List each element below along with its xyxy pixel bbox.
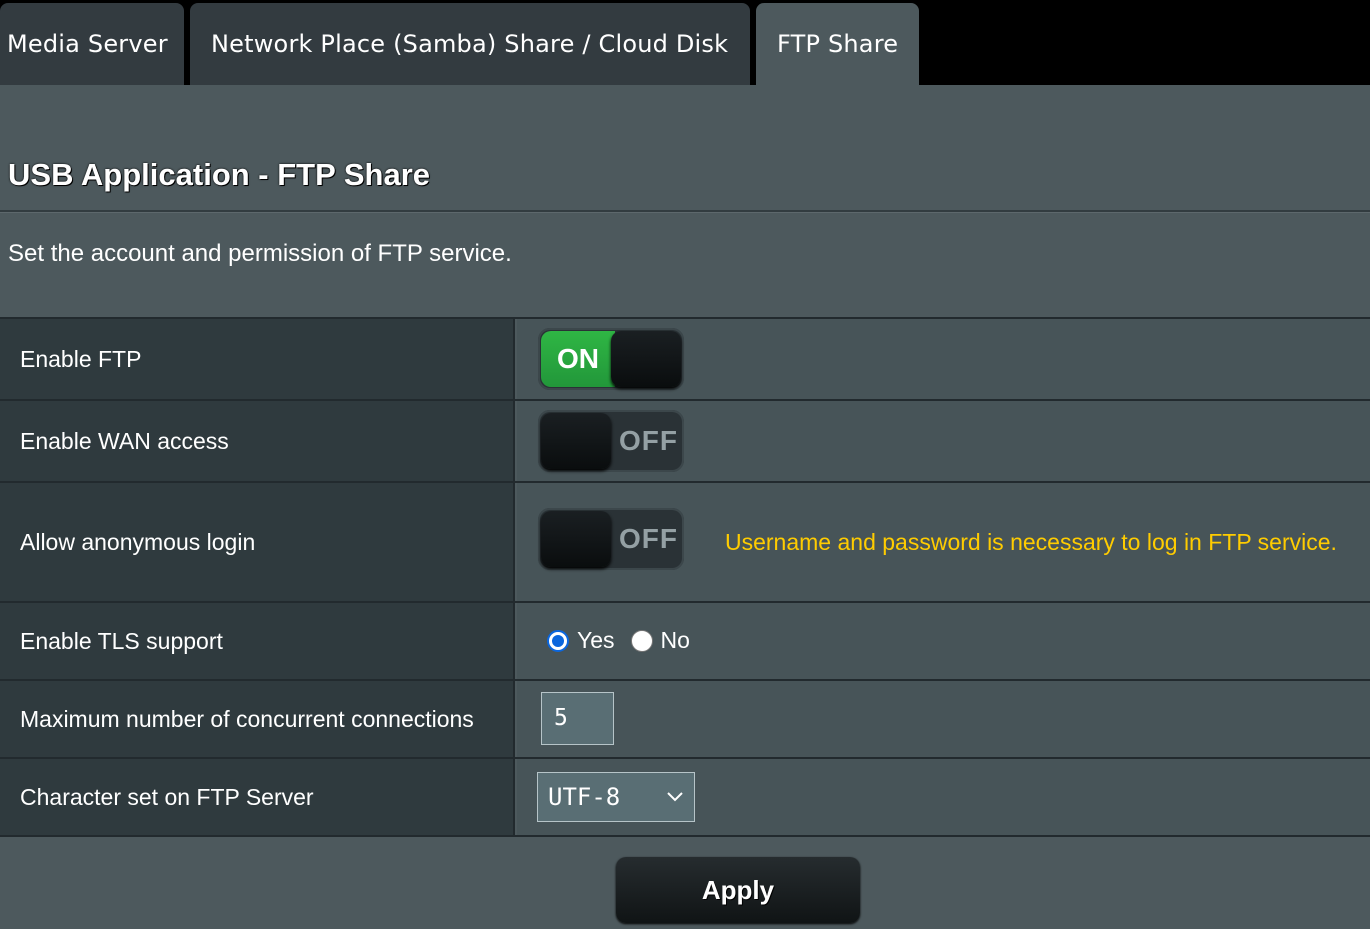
toggle-knob — [611, 331, 681, 387]
anonymous-login-cell: OFF Username and password is necessary t… — [517, 483, 1370, 601]
enable-tls-label: Enable TLS support — [0, 603, 515, 679]
settings-table: Enable FTP ON Enable WAN access OFF Allo… — [0, 317, 1370, 837]
tab-samba-share[interactable]: Network Place (Samba) Share / Cloud Disk — [190, 3, 750, 85]
charset-label: Character set on FTP Server — [0, 759, 515, 835]
enable-ftp-cell: ON — [517, 319, 1370, 399]
toggle-knob — [541, 413, 611, 469]
tls-no-radio[interactable] — [630, 629, 653, 652]
row-enable-wan: Enable WAN access OFF — [0, 401, 1370, 483]
max-connections-input[interactable]: 5 — [541, 692, 614, 745]
row-enable-tls: Enable TLS support Yes No — [0, 603, 1370, 681]
enable-wan-label: Enable WAN access — [0, 401, 515, 481]
toggle-on-label: ON — [541, 331, 615, 387]
row-enable-ftp: Enable FTP ON — [0, 319, 1370, 401]
tls-no-label: No — [660, 627, 690, 653]
tab-media-server[interactable]: Media Server — [0, 3, 184, 85]
tab-ftp-share[interactable]: FTP Share — [756, 3, 919, 85]
toggle-off-label: OFF — [619, 425, 678, 456]
anonymous-login-hint: Username and password is necessary to lo… — [725, 529, 1337, 555]
anonymous-login-label: Allow anonymous login — [0, 483, 515, 601]
enable-wan-cell: OFF — [517, 401, 1370, 481]
page-description: Set the account and permission of FTP se… — [8, 240, 512, 267]
anonymous-login-toggle[interactable]: OFF — [538, 508, 684, 570]
enable-ftp-label: Enable FTP — [0, 319, 515, 399]
charset-cell: UTF-8 — [517, 759, 1370, 835]
enable-tls-cell: Yes No — [517, 603, 1370, 679]
enable-wan-toggle[interactable]: OFF — [538, 410, 684, 472]
row-charset: Character set on FTP Server UTF-8 — [0, 759, 1370, 837]
max-connections-label: Maximum number of concurrent connections — [0, 681, 515, 757]
page-title: USB Application - FTP Share — [8, 157, 430, 192]
row-anonymous-login: Allow anonymous login OFF Username and p… — [0, 483, 1370, 603]
charset-select[interactable]: UTF-8 — [537, 772, 695, 822]
toggle-off-label: OFF — [619, 523, 678, 554]
tls-radio-group: Yes No — [547, 627, 690, 654]
title-divider — [0, 210, 1370, 213]
tab-bar: Media Server Network Place (Samba) Share… — [0, 0, 1370, 85]
enable-ftp-toggle[interactable]: ON — [538, 328, 684, 390]
charset-selected-value: UTF-8 — [548, 783, 621, 811]
tls-yes-radio[interactable] — [547, 629, 569, 652]
row-max-connections: Maximum number of concurrent connections… — [0, 681, 1370, 759]
max-connections-cell: 5 — [517, 681, 1370, 757]
toggle-knob — [541, 511, 611, 567]
apply-button[interactable]: Apply — [616, 857, 860, 923]
main-panel: USB Application - FTP Share Set the acco… — [0, 85, 1370, 929]
tls-yes-label: Yes — [577, 627, 615, 653]
chevron-down-icon — [667, 792, 683, 802]
